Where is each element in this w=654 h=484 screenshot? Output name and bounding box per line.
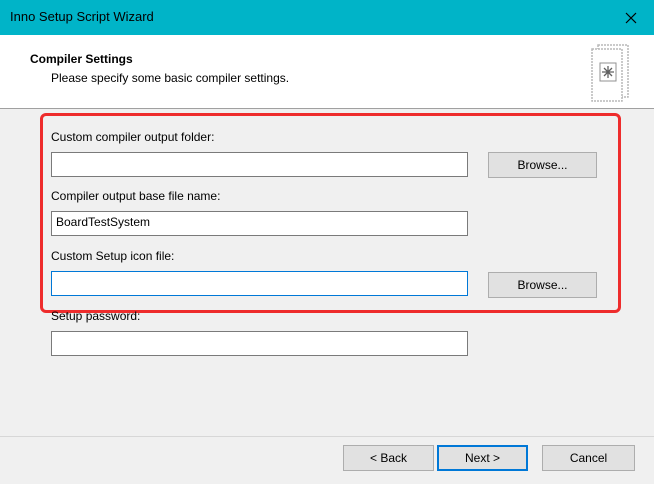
icon-file-field[interactable] <box>51 271 468 296</box>
browse-output-folder-button[interactable]: Browse... <box>488 152 597 178</box>
window-title: Inno Setup Script Wizard <box>10 9 154 24</box>
back-button[interactable]: < Back <box>343 445 434 471</box>
wizard-setup-icon <box>591 44 629 102</box>
page-header: Compiler Settings Please specify some ba… <box>0 35 654 109</box>
page-subtitle: Please specify some basic compiler setti… <box>51 71 290 85</box>
password-field[interactable] <box>51 331 468 356</box>
footer-divider <box>0 436 654 437</box>
browse-icon-file-button[interactable]: Browse... <box>488 272 597 298</box>
output-folder-label: Custom compiler output folder: <box>51 130 215 144</box>
page-title: Compiler Settings <box>30 52 133 66</box>
close-button[interactable] <box>608 0 654 35</box>
base-file-name-field[interactable]: BoardTestSystem <box>51 211 468 236</box>
password-label: Setup password: <box>51 309 141 323</box>
base-file-name-label: Compiler output base file name: <box>51 189 221 203</box>
title-bar: Inno Setup Script Wizard <box>0 0 654 35</box>
cancel-button[interactable]: Cancel <box>542 445 635 471</box>
close-icon <box>625 12 637 23</box>
next-button[interactable]: Next > <box>437 445 528 471</box>
icon-file-label: Custom Setup icon file: <box>51 249 175 263</box>
output-folder-field[interactable] <box>51 152 468 177</box>
